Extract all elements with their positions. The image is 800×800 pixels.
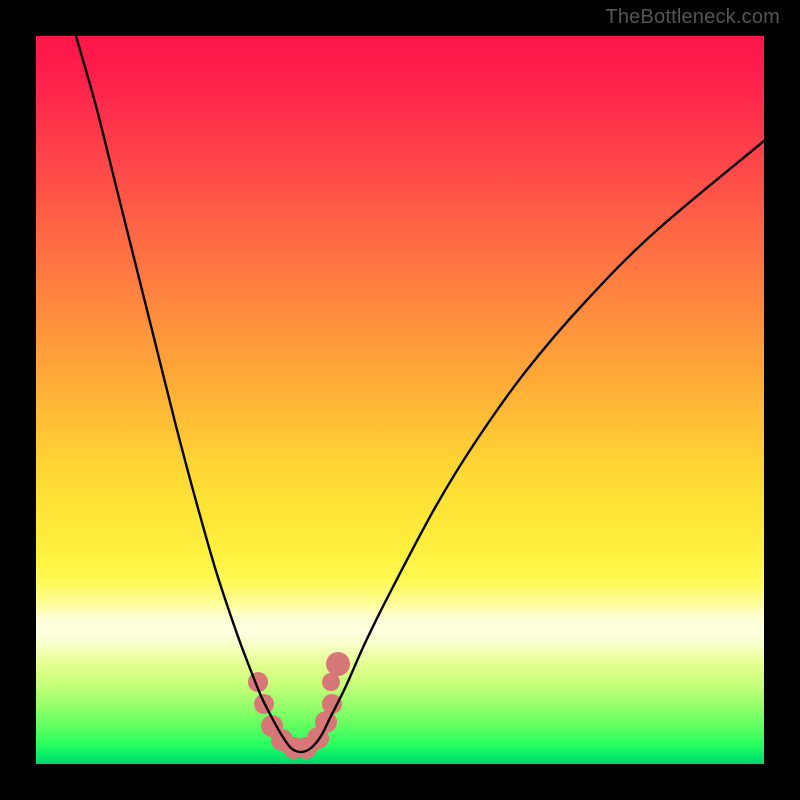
watermark-text: TheBottleneck.com	[605, 6, 780, 29]
chart-frame: TheBottleneck.com	[0, 0, 800, 800]
curve-layer	[36, 36, 764, 764]
bottleneck-curve	[76, 36, 764, 752]
highlight-marker	[322, 694, 342, 714]
highlight-marker	[315, 711, 337, 733]
highlight-marker	[326, 652, 350, 676]
marker-group	[248, 652, 350, 759]
plot-area	[36, 36, 764, 764]
